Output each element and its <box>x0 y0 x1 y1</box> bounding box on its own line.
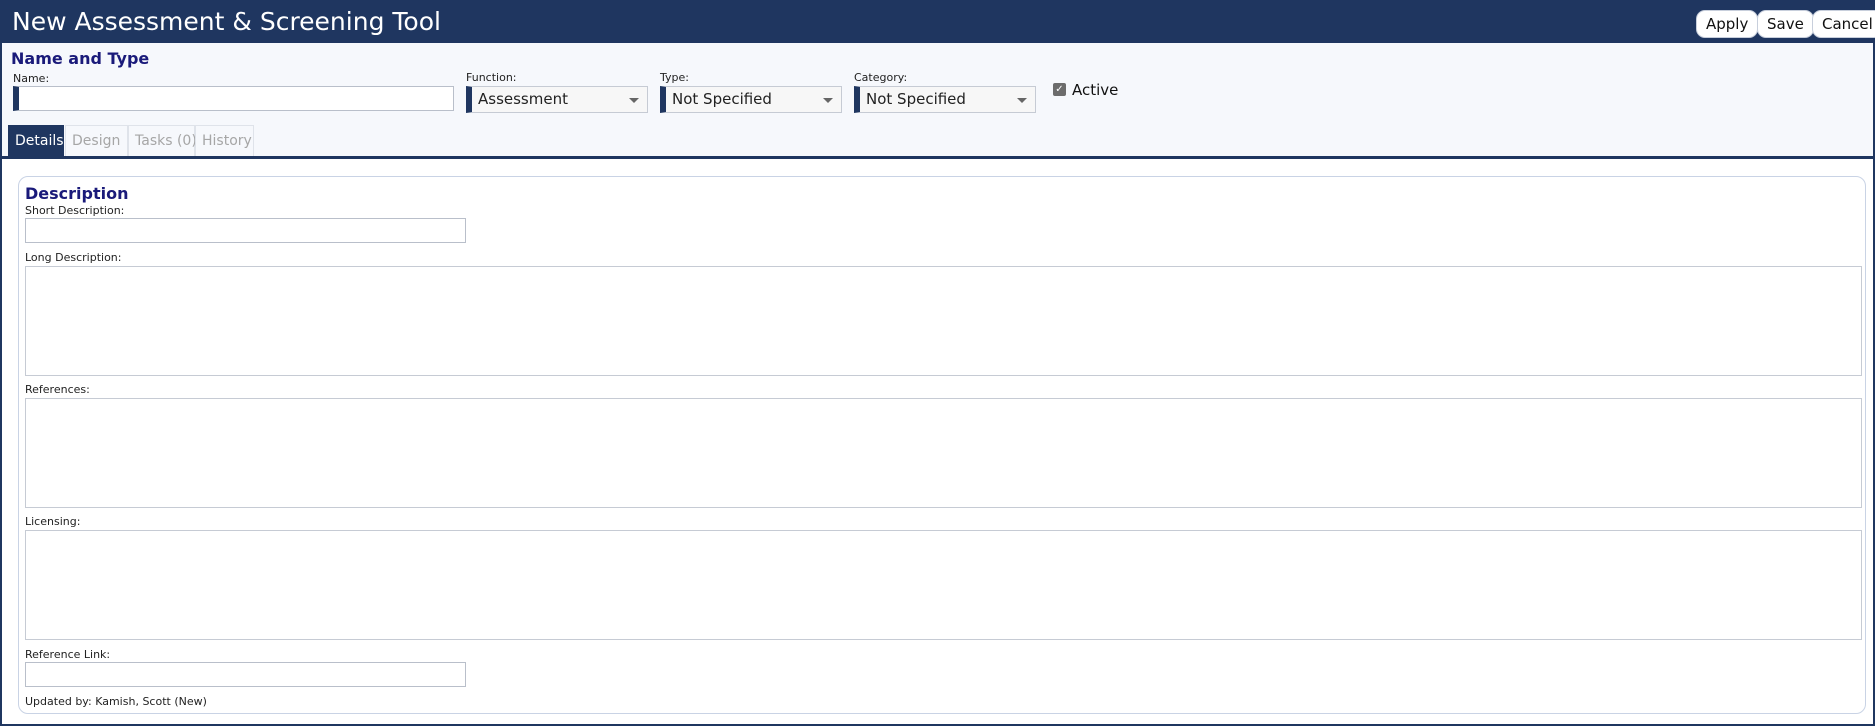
type-selected-value: Not Specified <box>672 90 772 108</box>
updated-by-text: Updated by: Kamish, Scott (New) <box>25 695 207 708</box>
type-select[interactable]: Not Specified <box>660 86 842 113</box>
long-description-textarea[interactable] <box>25 266 1862 376</box>
dialog-window: New Assessment & Screening Tool Apply Sa… <box>0 0 1875 726</box>
window-title: New Assessment & Screening Tool <box>12 7 441 36</box>
function-select[interactable]: Assessment <box>466 86 648 113</box>
title-bar: New Assessment & Screening Tool Apply Sa… <box>2 2 1875 43</box>
chevron-down-icon <box>823 98 833 103</box>
tab-details[interactable]: Details <box>8 125 64 156</box>
cancel-button[interactable]: Cancel <box>1812 10 1875 38</box>
references-textarea[interactable] <box>25 398 1862 508</box>
references-label: References: <box>25 383 90 396</box>
details-tab-content: Description Short Description: Long Desc… <box>2 159 1873 724</box>
tab-design[interactable]: Design <box>65 125 128 156</box>
function-selected-value: Assessment <box>478 90 568 108</box>
type-label: Type: <box>660 71 689 84</box>
name-and-type-heading: Name and Type <box>11 49 150 68</box>
save-button[interactable]: Save <box>1757 10 1814 38</box>
description-heading: Description <box>25 184 129 203</box>
licensing-textarea[interactable] <box>25 530 1862 640</box>
short-description-input[interactable] <box>25 218 466 243</box>
check-icon: ✓ <box>1055 84 1064 95</box>
function-label: Function: <box>466 71 517 84</box>
name-input[interactable] <box>13 86 454 111</box>
apply-button[interactable]: Apply <box>1696 10 1759 38</box>
name-label: Name: <box>13 72 50 85</box>
reference-link-label: Reference Link: <box>25 648 111 661</box>
category-select[interactable]: Not Specified <box>854 86 1036 113</box>
long-description-label: Long Description: <box>25 251 122 264</box>
active-label: Active <box>1072 81 1119 99</box>
active-checkbox[interactable]: ✓ <box>1053 83 1066 96</box>
reference-link-input[interactable] <box>25 662 466 687</box>
category-label: Category: <box>854 71 908 84</box>
tab-history[interactable]: History <box>195 125 254 156</box>
category-selected-value: Not Specified <box>866 90 966 108</box>
licensing-label: Licensing: <box>25 515 81 528</box>
tab-tasks[interactable]: Tasks (0) <box>128 125 197 156</box>
chevron-down-icon <box>1017 98 1027 103</box>
short-description-label: Short Description: <box>25 204 125 217</box>
description-panel: Description Short Description: Long Desc… <box>18 176 1866 714</box>
chevron-down-icon <box>629 98 639 103</box>
